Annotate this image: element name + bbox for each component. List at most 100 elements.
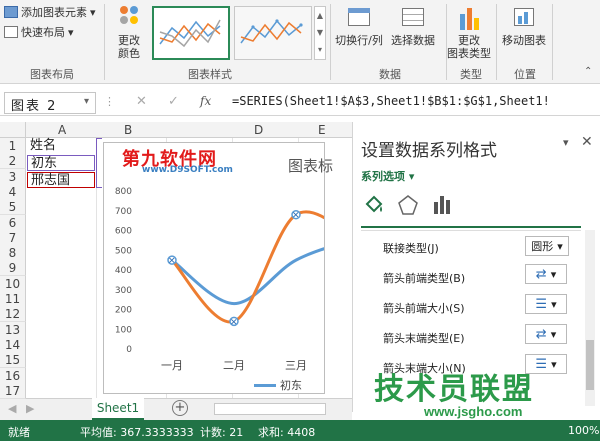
y-tick-label: 600 <box>115 227 132 237</box>
move-chart-button[interactable]: 移动图表 <box>500 4 548 47</box>
row-header-8[interactable]: 8 <box>0 245 26 262</box>
arrow-size-icon: ☰ <box>535 296 548 312</box>
row-header-15[interactable]: 15 <box>0 352 26 369</box>
divider <box>361 230 581 231</box>
row-header-13[interactable]: 13 <box>0 321 26 338</box>
quick-layout-icon <box>4 26 18 38</box>
range-highlight-b <box>96 138 102 188</box>
quick-layout-button[interactable]: 快速布局 ▾ <box>4 24 74 40</box>
chart-style-2[interactable] <box>234 6 312 60</box>
status-ready: 就绪 <box>8 426 30 439</box>
row-header-4[interactable]: 4 <box>0 183 26 200</box>
switch-row-col-label: 切换行/列 <box>335 34 383 47</box>
select-data-icon <box>398 4 428 32</box>
column-header-b[interactable]: B <box>124 123 132 137</box>
arrow-end-type-select[interactable]: ⇄ ▾ <box>525 324 567 344</box>
arrow-begin-size-select[interactable]: ☰ ▾ <box>525 294 567 314</box>
series-options-dropdown[interactable]: 系列选项 ▾ <box>361 168 414 184</box>
cell-a3[interactable]: 邢志国 <box>27 172 95 188</box>
chevron-down-icon: ▾ <box>68 25 74 39</box>
status-count: 计数: 21 <box>200 426 244 439</box>
chart-style-1[interactable] <box>152 6 230 60</box>
row-header-17[interactable]: 17 <box>0 382 26 399</box>
add-element-icon <box>4 6 18 18</box>
change-colors-button[interactable]: 更改 颜色 <box>112 4 146 60</box>
arrow-type-icon: ⇄ <box>535 326 547 342</box>
chevron-down-icon[interactable]: ▾ <box>84 96 91 107</box>
column-header-d[interactable]: D <box>254 123 263 137</box>
styles-scroll[interactable]: ▲ ▼ ▾ <box>314 6 326 60</box>
y-tick-label: 800 <box>115 187 132 197</box>
row-header-12[interactable]: 12 <box>0 306 26 323</box>
formula-input[interactable]: =SERIES(Sheet1!$A$3,Sheet1!$B$1:$G$1,She… <box>232 94 598 108</box>
effects-tab-icon[interactable] <box>397 194 419 219</box>
y-tick-label: 300 <box>115 286 132 296</box>
pane-scrollbar[interactable] <box>585 230 595 406</box>
sheet-tab-sheet1[interactable]: Sheet1 <box>92 398 144 420</box>
cell-a2[interactable]: 初东 <box>27 155 95 171</box>
bar-chart-icon <box>454 4 484 32</box>
cell-a1[interactable]: 姓名 <box>27 138 95 154</box>
row-header-16[interactable]: 16 <box>0 367 26 384</box>
row-header-14[interactable]: 14 <box>0 336 26 353</box>
chart-legend[interactable]: 初东 <box>254 377 302 393</box>
group-label-type: 类型 <box>460 68 482 81</box>
watermark-jsgho-url: www.jsgho.com <box>424 404 523 419</box>
row-header-10[interactable]: 10 <box>0 275 26 292</box>
chart-area[interactable]: 第九软件网 www.D9SOFT.com 图表标 0 100 200 300 400 50… <box>103 142 333 394</box>
pane-options-icon[interactable]: ▾ <box>563 136 569 149</box>
scroll-tabs-right-icon[interactable]: ▶ <box>26 402 34 415</box>
add-element-label: 添加图表元素 <box>21 6 87 19</box>
chevron-down-icon: ▾ <box>550 327 557 341</box>
close-pane-icon[interactable]: ✕ <box>581 134 593 150</box>
y-tick-label: 0 <box>126 345 132 355</box>
series-line-2[interactable] <box>170 210 324 324</box>
row-header-7[interactable]: 7 <box>0 229 26 246</box>
y-tick-label: 500 <box>115 246 132 256</box>
switch-row-col-button[interactable]: 切换行/列 <box>334 4 384 47</box>
move-chart-label: 移动图表 <box>502 34 546 47</box>
select-all-corner[interactable] <box>0 122 26 138</box>
arrow-begin-type-label: 箭头前端类型(B) <box>383 272 466 285</box>
add-sheet-icon[interactable]: + <box>172 400 188 416</box>
row-header-11[interactable]: 11 <box>0 291 26 307</box>
add-chart-element-button[interactable]: 添加图表元素 ▾ <box>4 4 96 20</box>
status-sum: 求和: 4408 <box>258 426 316 439</box>
group-label-location: 位置 <box>514 68 536 81</box>
point-marker: ✕ <box>230 318 238 328</box>
status-zoom[interactable]: 100% <box>568 424 599 437</box>
arrow-begin-type-select[interactable]: ⇄ ▾ <box>525 264 567 284</box>
join-type-select[interactable]: 圆形 ▾ <box>525 236 569 256</box>
change-chart-type-button[interactable]: 更改 图表类型 <box>446 4 492 60</box>
row-header-3[interactable]: 3 <box>0 168 26 185</box>
collapse-ribbon-icon[interactable]: ⌃ <box>584 66 592 77</box>
select-data-button[interactable]: 选择数据 <box>388 4 438 47</box>
select-data-label: 选择数据 <box>391 34 435 47</box>
column-header-a[interactable]: A <box>58 123 66 137</box>
row-header-2[interactable]: 2 <box>0 153 26 170</box>
y-tick-label: 100 <box>115 325 132 335</box>
insert-function-icon[interactable]: fx <box>200 94 211 108</box>
group-label-styles: 图表样式 <box>188 68 232 81</box>
name-box[interactable]: 图表 2 ▾ <box>4 92 96 114</box>
move-chart-icon <box>509 4 539 32</box>
arrow-type-icon: ⇄ <box>535 266 547 282</box>
row-header-6[interactable]: 6 <box>0 214 26 231</box>
x-tick-label: 二月 <box>223 359 245 372</box>
row-header-9[interactable]: 9 <box>0 260 26 277</box>
horizontal-scrollbar[interactable] <box>214 403 326 415</box>
series-options-tab-icon[interactable] <box>433 196 453 217</box>
fill-line-tab-icon[interactable] <box>363 194 385 219</box>
row-header-1[interactable]: 1 <box>0 138 26 154</box>
series-options-label: 系列选项 <box>361 170 405 183</box>
x-tick-label: 三月 <box>285 359 307 372</box>
switch-row-col-icon <box>344 4 374 32</box>
chevron-down-icon: ▾ <box>550 267 557 281</box>
cancel-icon[interactable]: ✕ <box>136 94 147 109</box>
watermark-jsgho: 技术员联盟 <box>374 373 534 406</box>
confirm-icon[interactable]: ✓ <box>168 94 179 109</box>
column-header-e[interactable]: E <box>318 123 326 137</box>
row-header-5[interactable]: 5 <box>0 199 26 216</box>
x-tick-label: 一月 <box>161 359 183 372</box>
scroll-tabs-left-icon[interactable]: ◀ <box>8 402 16 415</box>
